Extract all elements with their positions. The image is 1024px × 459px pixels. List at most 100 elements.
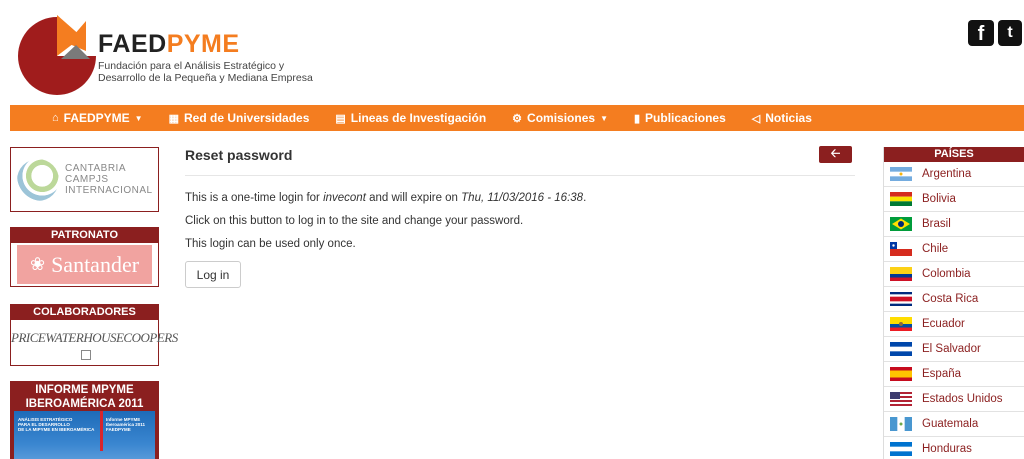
country-name: Chile — [922, 243, 949, 255]
patronato-box: PATRONATO ❀ Santander — [10, 227, 159, 287]
pwc-logo-icon — [80, 350, 91, 361]
main-nav: ⌂ FAEDPYME ▼ ▦ Red de Universidades ▤ Li… — [10, 105, 1024, 131]
santander-banner[interactable]: ❀ Santander — [17, 245, 152, 284]
social-links: f t — [968, 20, 1022, 46]
santander-label: Santander — [51, 251, 140, 277]
ecuador-flag-icon — [890, 317, 912, 331]
country-item-guatemala[interactable]: Guatemala — [884, 412, 1024, 437]
nav-item-comisiones[interactable]: ⚙ Comisiones ▼ — [512, 111, 608, 125]
country-name: Brasil — [922, 218, 951, 230]
country-name: Bolivia — [922, 193, 956, 205]
costa-rica-flag-icon — [890, 292, 912, 306]
country-name: Argentina — [922, 168, 972, 180]
nav-item-noticias[interactable]: ◁ Noticias — [752, 111, 812, 125]
brand-name-part1: FAED — [98, 30, 167, 58]
gear-icon: ⚙ — [512, 112, 523, 125]
expiry-date: Thu, 11/03/2016 - 16:38 — [461, 192, 584, 204]
nav-item-red-universidades[interactable]: ▦ Red de Universidades — [169, 111, 310, 125]
nav-item-label: Red de Universidades — [184, 111, 310, 125]
country-item-argentina[interactable]: Argentina — [884, 162, 1024, 187]
nav-item-label: Noticias — [765, 111, 812, 125]
page-title: Reset password — [185, 147, 293, 163]
brasil-flag-icon — [890, 217, 912, 231]
pwc-banner[interactable]: PRICEWATERHOUSECOOPERS — [11, 330, 178, 362]
colombia-flag-icon — [890, 267, 912, 281]
cantabria-line1: CANTABRIA — [65, 163, 126, 174]
brand-name: FAEDPYME — [98, 30, 313, 58]
one-time-login-text: This is a one-time login for invecont an… — [185, 192, 586, 204]
cover-right-line: FAEDPYME — [106, 427, 131, 432]
brand-block[interactable]: FAEDPYME Fundación para el Análisis Estr… — [98, 30, 313, 84]
informe-title-1: INFORME MPYME — [10, 381, 159, 397]
honduras-flag-icon — [890, 442, 912, 456]
single-use-text: This login can be used only once. — [185, 238, 356, 250]
username: invecont — [323, 192, 366, 204]
colaboradores-title: COLABORADORES — [11, 305, 158, 320]
pwc-label: PRICEWATERHOUSECOOPERS — [11, 330, 178, 345]
text-segment: . — [583, 192, 587, 204]
facebook-glyph: f — [977, 23, 985, 45]
nav-item-label: Comisiones — [527, 111, 596, 125]
back-button[interactable]: 🡠 — [819, 146, 852, 163]
facebook-icon[interactable]: f — [968, 20, 994, 46]
brand-subtitle-2: Desarrollo de la Pequeña y Mediana Empre… — [98, 72, 313, 84]
nav-item-label: Publicaciones — [645, 111, 726, 125]
faedpyme-logo-icon[interactable] — [14, 13, 100, 99]
instruction-text: Click on this button to log in to the si… — [185, 215, 524, 227]
country-item-brasil[interactable]: Brasil — [884, 212, 1024, 237]
twitter-icon[interactable]: t — [998, 20, 1022, 46]
university-icon: ▦ — [168, 112, 179, 125]
home-icon: ⌂ — [52, 112, 59, 124]
site-header: FAEDPYME Fundación para el Análisis Estr… — [0, 0, 1024, 105]
caret-down-icon: ▼ — [600, 113, 608, 123]
cantabria-campus-banner[interactable]: CANTABRIA CAMPJS INTERNACIONAL — [10, 147, 159, 212]
brand-subtitle-1: Fundación para el Análisis Estratégico y — [98, 60, 285, 72]
cover-left-text: ANÁLISIS ESTRATÉGICO PARA EL DESARROLLO … — [18, 417, 94, 432]
chile-flag-icon — [890, 242, 912, 256]
nav-item-faedpyme[interactable]: ⌂ FAEDPYME ▼ — [52, 111, 143, 125]
colaboradores-box: COLABORADORES PRICEWATERHOUSECOOPERS — [10, 304, 178, 366]
country-name: Estados Unidos — [922, 393, 1003, 405]
arrow-left-icon: 🡠 — [830, 146, 841, 160]
argentina-flag-icon — [890, 167, 912, 181]
santander-flame-icon: ❀ — [29, 254, 46, 274]
paises-box: PAÍSES Argentina Bolivia Brasil Chile Co… — [883, 147, 1024, 459]
country-item-chile[interactable]: Chile — [884, 237, 1024, 262]
informe-cover-image: ANÁLISIS ESTRATÉGICO PARA EL DESARROLLO … — [14, 411, 155, 459]
bolivia-flag-icon — [890, 192, 912, 206]
cantabria-text: CANTABRIA CAMPJS INTERNACIONAL — [65, 163, 153, 196]
country-item-bolivia[interactable]: Bolivia — [884, 187, 1024, 212]
log-in-button[interactable]: Log in — [185, 261, 241, 288]
caret-down-icon: ▼ — [134, 113, 143, 123]
informe-title-2: IBEROAMÉRICA 2011 — [10, 397, 159, 411]
nav-item-lineas-investigacion[interactable]: ▤ Lineas de Investigación — [335, 111, 486, 125]
informe-mpyme-box[interactable]: INFORME MPYME IBEROAMÉRICA 2011 ANÁLISIS… — [10, 381, 159, 459]
country-item-estados-unidos[interactable]: Estados Unidos — [884, 387, 1024, 412]
main-content: Reset password — [185, 145, 855, 165]
espana-flag-icon — [890, 367, 912, 381]
estados-unidos-flag-icon — [890, 392, 912, 406]
text-segment: and will expire on — [365, 192, 462, 204]
cantabria-line3: INTERNACIONAL — [65, 185, 153, 196]
country-item-colombia[interactable]: Colombia — [884, 262, 1024, 287]
chart-icon: ▤ — [335, 112, 346, 125]
twitter-glyph: t — [1007, 24, 1013, 41]
country-name: El Salvador — [922, 343, 981, 355]
paises-title: PAÍSES — [884, 147, 1024, 162]
country-item-ecuador[interactable]: Ecuador — [884, 312, 1024, 337]
country-item-honduras[interactable]: Honduras — [884, 437, 1024, 459]
book-icon: ▮ — [633, 112, 641, 125]
nav-item-publicaciones[interactable]: ▮ Publicaciones — [634, 111, 726, 125]
country-item-costa-rica[interactable]: Costa Rica — [884, 287, 1024, 312]
country-name: Ecuador — [922, 318, 965, 330]
country-item-el-salvador[interactable]: El Salvador — [884, 337, 1024, 362]
country-name: España — [922, 368, 962, 380]
cover-right-text: Informe MPYME Iberoamérica 2011 FAEDPYME — [106, 417, 145, 432]
title-divider — [185, 175, 855, 176]
country-name: Honduras — [922, 443, 972, 455]
cover-divider — [100, 411, 103, 451]
country-item-espana[interactable]: España — [884, 362, 1024, 387]
guatemala-flag-icon — [890, 417, 912, 431]
brand-name-part2: PYME — [166, 30, 240, 58]
nav-item-label: FAEDPYME — [63, 111, 130, 125]
